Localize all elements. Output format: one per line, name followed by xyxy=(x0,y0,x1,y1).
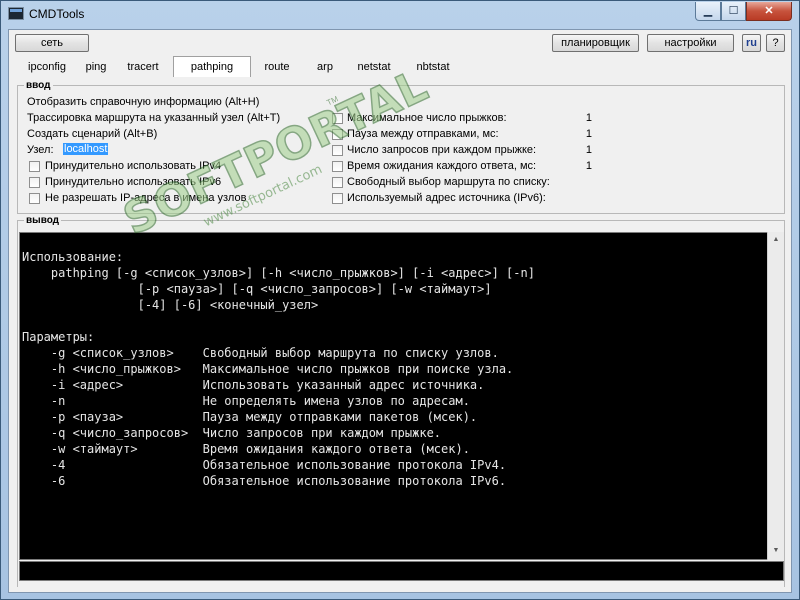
settings-button[interactable]: настройки xyxy=(647,34,734,52)
host-label: Узел: xyxy=(27,144,54,156)
tab-pathping[interactable]: pathping xyxy=(173,56,251,77)
tab-ipconfig[interactable]: ipconfig xyxy=(21,58,73,76)
route-list-label: Свободный выбор маршрута по списку: xyxy=(347,176,550,188)
timeout-label: Время ожидания каждого ответа, мс: xyxy=(347,160,537,172)
pause-label: Пауза между отправками, мс: xyxy=(347,128,499,140)
minimize-button[interactable]: ▁ xyxy=(695,2,721,21)
queries-checkbox[interactable] xyxy=(332,145,343,156)
output-console[interactable]: Использование: pathping [-g <список_узло… xyxy=(19,232,784,560)
tab-netstat[interactable]: netstat xyxy=(353,58,395,76)
client-area: сеть планировщик настройки ru ? ipconfig… xyxy=(8,29,792,593)
timeout-value[interactable]: 1 xyxy=(580,160,592,172)
input-legend: ввод xyxy=(26,80,51,91)
help-link[interactable]: Отобразить справочную информацию (Alt+H) xyxy=(27,96,259,108)
max-hops-label: Максимальное число прыжков: xyxy=(347,112,507,124)
scroll-down-icon[interactable]: ▼ xyxy=(768,543,784,559)
command-input[interactable] xyxy=(19,561,784,581)
source-address-label: Используемый адрес источника (IPv6): xyxy=(347,192,546,204)
pause-checkbox[interactable] xyxy=(332,129,343,140)
pause-value[interactable]: 1 xyxy=(580,128,592,140)
close-button[interactable]: ✕ xyxy=(746,2,792,21)
trace-link[interactable]: Трассировка маршрута на указанный узел (… xyxy=(27,112,280,124)
max-hops-checkbox[interactable] xyxy=(332,113,343,124)
tab-arp[interactable]: arp xyxy=(313,58,337,76)
language-button[interactable]: ru xyxy=(742,34,761,52)
scroll-up-icon[interactable]: ▲ xyxy=(768,232,784,248)
ipv6-label: Принудительно использовать IPv6 xyxy=(45,176,222,188)
title-bar[interactable]: CMDTools ▁ ☐ ✕ xyxy=(1,1,799,29)
timeout-checkbox[interactable] xyxy=(332,161,343,172)
ipv6-checkbox[interactable] xyxy=(29,177,40,188)
maximize-button[interactable]: ☐ xyxy=(721,2,746,21)
script-link[interactable]: Создать сценарий (Alt+B) xyxy=(27,128,157,140)
network-button[interactable]: сеть xyxy=(15,34,89,52)
output-legend: вывод xyxy=(26,215,60,226)
output-text: Использование: pathping [-g <список_узло… xyxy=(22,250,535,488)
host-input[interactable]: localhost xyxy=(63,143,109,155)
tab-tracert[interactable]: tracert xyxy=(119,58,167,76)
scheduler-button[interactable]: планировщик xyxy=(552,34,639,52)
no-resolve-label: Не разрешать IP-адреса в имена узлов xyxy=(45,192,247,204)
no-resolve-checkbox[interactable] xyxy=(29,193,40,204)
route-list-checkbox[interactable] xyxy=(332,177,343,188)
app-window: CMDTools ▁ ☐ ✕ сеть планировщик настройк… xyxy=(0,0,800,600)
ipv4-checkbox[interactable] xyxy=(29,161,40,172)
queries-label: Число запросов при каждом прыжке: xyxy=(347,144,537,156)
window-title: CMDTools xyxy=(29,7,85,21)
queries-value[interactable]: 1 xyxy=(580,144,592,156)
tab-nbtstat[interactable]: nbtstat xyxy=(411,58,455,76)
tab-route[interactable]: route xyxy=(259,58,295,76)
source-address-checkbox[interactable] xyxy=(332,193,343,204)
tab-ping[interactable]: ping xyxy=(81,58,111,76)
output-scrollbar[interactable]: ▲ ▼ xyxy=(767,232,784,560)
max-hops-value[interactable]: 1 xyxy=(580,112,592,124)
ipv4-label: Принудительно использовать IPv4 xyxy=(45,160,222,172)
help-button[interactable]: ? xyxy=(766,34,785,52)
terminal-icon xyxy=(8,7,24,20)
